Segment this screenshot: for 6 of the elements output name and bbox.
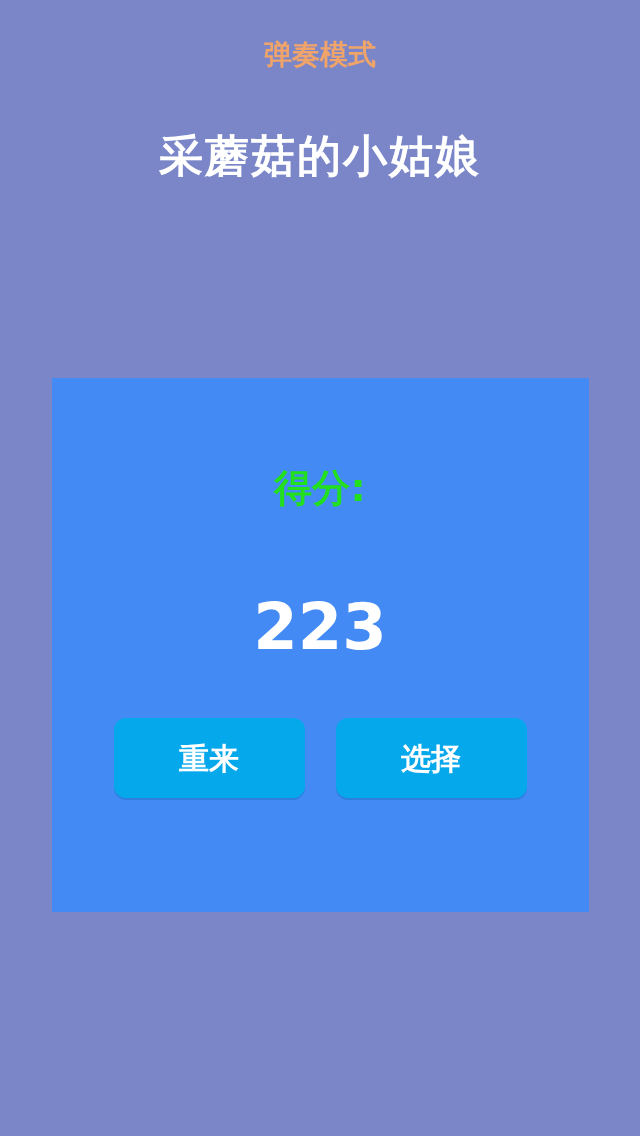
score-label: 得分: [274, 466, 366, 510]
select-button[interactable]: 选择 [335, 718, 527, 798]
song-title: 采蘑菇的小姑娘 [159, 129, 481, 183]
score-value: 223 [253, 592, 387, 662]
mode-label: 弹奏模式 [264, 37, 376, 73]
restart-button[interactable]: 重来 [113, 718, 305, 798]
